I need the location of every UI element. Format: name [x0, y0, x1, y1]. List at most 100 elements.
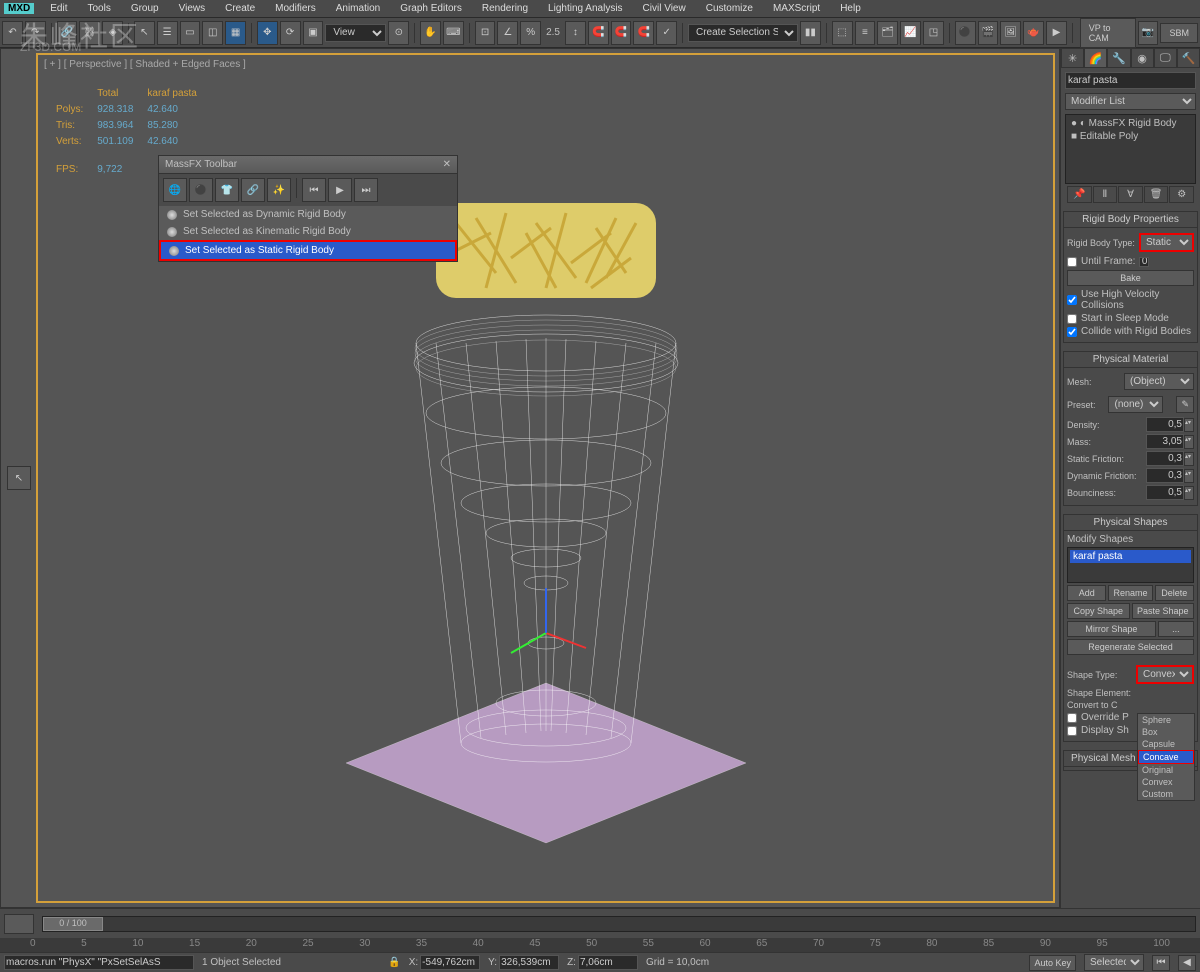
massfx-kinematic-item[interactable]: Set Selected as Kinematic Rigid Body: [159, 223, 457, 240]
menu-civil[interactable]: Civil View: [633, 1, 696, 16]
maxscript-listener[interactable]: [4, 955, 194, 970]
preset-edit-button[interactable]: ✎: [1176, 396, 1194, 413]
display-checkbox[interactable]: [1067, 726, 1077, 736]
display-tab[interactable]: 🖵: [1154, 48, 1177, 68]
mirror-button[interactable]: ▮▮: [800, 21, 821, 45]
viewport[interactable]: ↖ [ + ] [ Perspective ] [ Shaded + Edged…: [0, 48, 1060, 908]
delete-shape-button[interactable]: Delete: [1155, 585, 1194, 601]
curve-editor-button[interactable]: 📈: [900, 21, 921, 45]
coord-y-input[interactable]: [499, 955, 559, 970]
collide-checkbox[interactable]: [1067, 327, 1077, 337]
opt-box[interactable]: Box: [1138, 726, 1194, 738]
opt-convex[interactable]: Convex: [1138, 776, 1194, 788]
density-input[interactable]: [1146, 417, 1184, 432]
ps-section-header[interactable]: Physical Shapes: [1064, 515, 1197, 531]
create-tab[interactable]: ✳: [1061, 48, 1084, 68]
menu-animation[interactable]: Animation: [326, 1, 390, 16]
pm-section-header[interactable]: Physical Material: [1064, 352, 1197, 368]
vp-tool-1[interactable]: ↖: [7, 466, 31, 490]
override-checkbox[interactable]: [1067, 713, 1077, 723]
play-prev-button[interactable]: ◀: [1178, 955, 1196, 971]
until-frame-checkbox[interactable]: [1067, 257, 1077, 267]
modifier-list-dropdown[interactable]: Modifier List: [1065, 93, 1196, 110]
material-button[interactable]: ⚫: [955, 21, 976, 45]
until-frame-input[interactable]: [1139, 257, 1149, 267]
render-setup-button[interactable]: 🎬: [978, 21, 999, 45]
opt-sphere[interactable]: Sphere: [1138, 714, 1194, 726]
menu-group[interactable]: Group: [121, 1, 169, 16]
bounciness-input[interactable]: [1146, 485, 1184, 500]
render-button[interactable]: ▶: [1046, 21, 1067, 45]
vp-to-cam-button[interactable]: VP to CAM: [1080, 18, 1136, 48]
stack-show-button[interactable]: Ⅱ: [1093, 186, 1118, 203]
render-frame-button[interactable]: 🖼: [1000, 21, 1021, 45]
viewport-label[interactable]: [ + ] [ Perspective ] [ Shaded + Edged F…: [44, 59, 246, 70]
massfx-play-button[interactable]: ▶: [328, 178, 352, 202]
shape-list-item[interactable]: karaf pasta: [1070, 550, 1191, 563]
mesh-dropdown[interactable]: (Object): [1124, 373, 1194, 390]
timeline-toggle[interactable]: [4, 914, 34, 934]
stack-config-button[interactable]: ⚙: [1169, 186, 1194, 203]
bake-button[interactable]: Bake: [1067, 270, 1194, 286]
static-friction-input[interactable]: [1146, 451, 1184, 466]
rigid-body-type-dropdown[interactable]: Static: [1139, 233, 1194, 252]
massfx-rigid-button[interactable]: ⚫: [189, 178, 213, 202]
menu-graph-editors[interactable]: Graph Editors: [390, 1, 472, 16]
massfx-world-button[interactable]: 🌐: [163, 178, 187, 202]
snap-button[interactable]: ⊡: [475, 21, 496, 45]
menu-customize[interactable]: Customize: [696, 1, 763, 16]
sleep-checkbox[interactable]: [1067, 314, 1077, 324]
mirror-shape-button[interactable]: Mirror Shape: [1067, 621, 1156, 637]
massfx-reset-button[interactable]: ⏮: [302, 178, 326, 202]
menu-rendering[interactable]: Rendering: [472, 1, 538, 16]
snap-spinner-button[interactable]: ↕: [565, 21, 586, 45]
stack-remove-button[interactable]: 🗑: [1144, 186, 1169, 203]
copy-shape-button[interactable]: Copy Shape: [1067, 603, 1130, 619]
keyboard-button[interactable]: ⌨: [443, 21, 464, 45]
motion-tab[interactable]: ◉: [1131, 48, 1154, 68]
menu-create[interactable]: Create: [215, 1, 265, 16]
play-start-button[interactable]: ⏮: [1152, 955, 1170, 971]
region-button[interactable]: ▭: [180, 21, 201, 45]
massfx-cloth-button[interactable]: 👕: [215, 178, 239, 202]
stack-pin-button[interactable]: 📌: [1067, 186, 1092, 203]
preset-dropdown[interactable]: (none): [1108, 396, 1163, 413]
utilities-tab[interactable]: 🔨: [1177, 48, 1200, 68]
massfx-ragdoll-button[interactable]: ✨: [267, 178, 291, 202]
object-name-input[interactable]: [1065, 72, 1196, 89]
opt-original[interactable]: Original: [1138, 764, 1194, 776]
window-crossing-button[interactable]: ◫: [202, 21, 223, 45]
magnet-button[interactable]: 🧲: [588, 21, 609, 45]
hivel-checkbox[interactable]: [1067, 295, 1077, 305]
rotate-button[interactable]: ⟳: [280, 21, 301, 45]
time-slider[interactable]: 0 / 100: [42, 916, 1196, 932]
layers-button[interactable]: ≡: [855, 21, 876, 45]
hierarchy-tab[interactable]: 🔧: [1107, 48, 1130, 68]
mirror-options-button[interactable]: ...: [1158, 621, 1194, 637]
move-button[interactable]: ✥: [257, 21, 278, 45]
magnet3-button[interactable]: 🧲: [633, 21, 654, 45]
manipulate-button[interactable]: ✋: [420, 21, 441, 45]
menu-views[interactable]: Views: [169, 1, 216, 16]
massfx-step-button[interactable]: ⏭: [354, 178, 378, 202]
menu-maxscript[interactable]: MAXScript: [763, 1, 830, 16]
autokey-button[interactable]: Auto Key: [1029, 955, 1076, 971]
spellcheck-button[interactable]: ✓: [656, 21, 677, 45]
pivot-button[interactable]: ⊙: [388, 21, 409, 45]
sbm-button[interactable]: SBM: [1160, 23, 1198, 43]
shape-type-dropdown[interactable]: Convex: [1136, 665, 1194, 684]
magnet2-button[interactable]: 🧲: [611, 21, 632, 45]
layer-manager-button[interactable]: 🗂: [877, 21, 898, 45]
snap-percent-button[interactable]: %: [520, 21, 541, 45]
menu-help[interactable]: Help: [830, 1, 871, 16]
scale-button[interactable]: ▣: [303, 21, 324, 45]
camera-icon[interactable]: 📷: [1138, 21, 1159, 45]
paste-shape-button[interactable]: Paste Shape: [1132, 603, 1195, 619]
regenerate-button[interactable]: Regenerate Selected: [1067, 639, 1194, 655]
menu-edit[interactable]: Edit: [40, 1, 77, 16]
teapot-button[interactable]: 🫖: [1023, 21, 1044, 45]
massfx-dynamic-item[interactable]: Set Selected as Dynamic Rigid Body: [159, 206, 457, 223]
massfx-close-button[interactable]: ✕: [443, 159, 451, 170]
snap-angle-button[interactable]: ∠: [497, 21, 518, 45]
stack-unique-button[interactable]: ∀: [1118, 186, 1143, 203]
